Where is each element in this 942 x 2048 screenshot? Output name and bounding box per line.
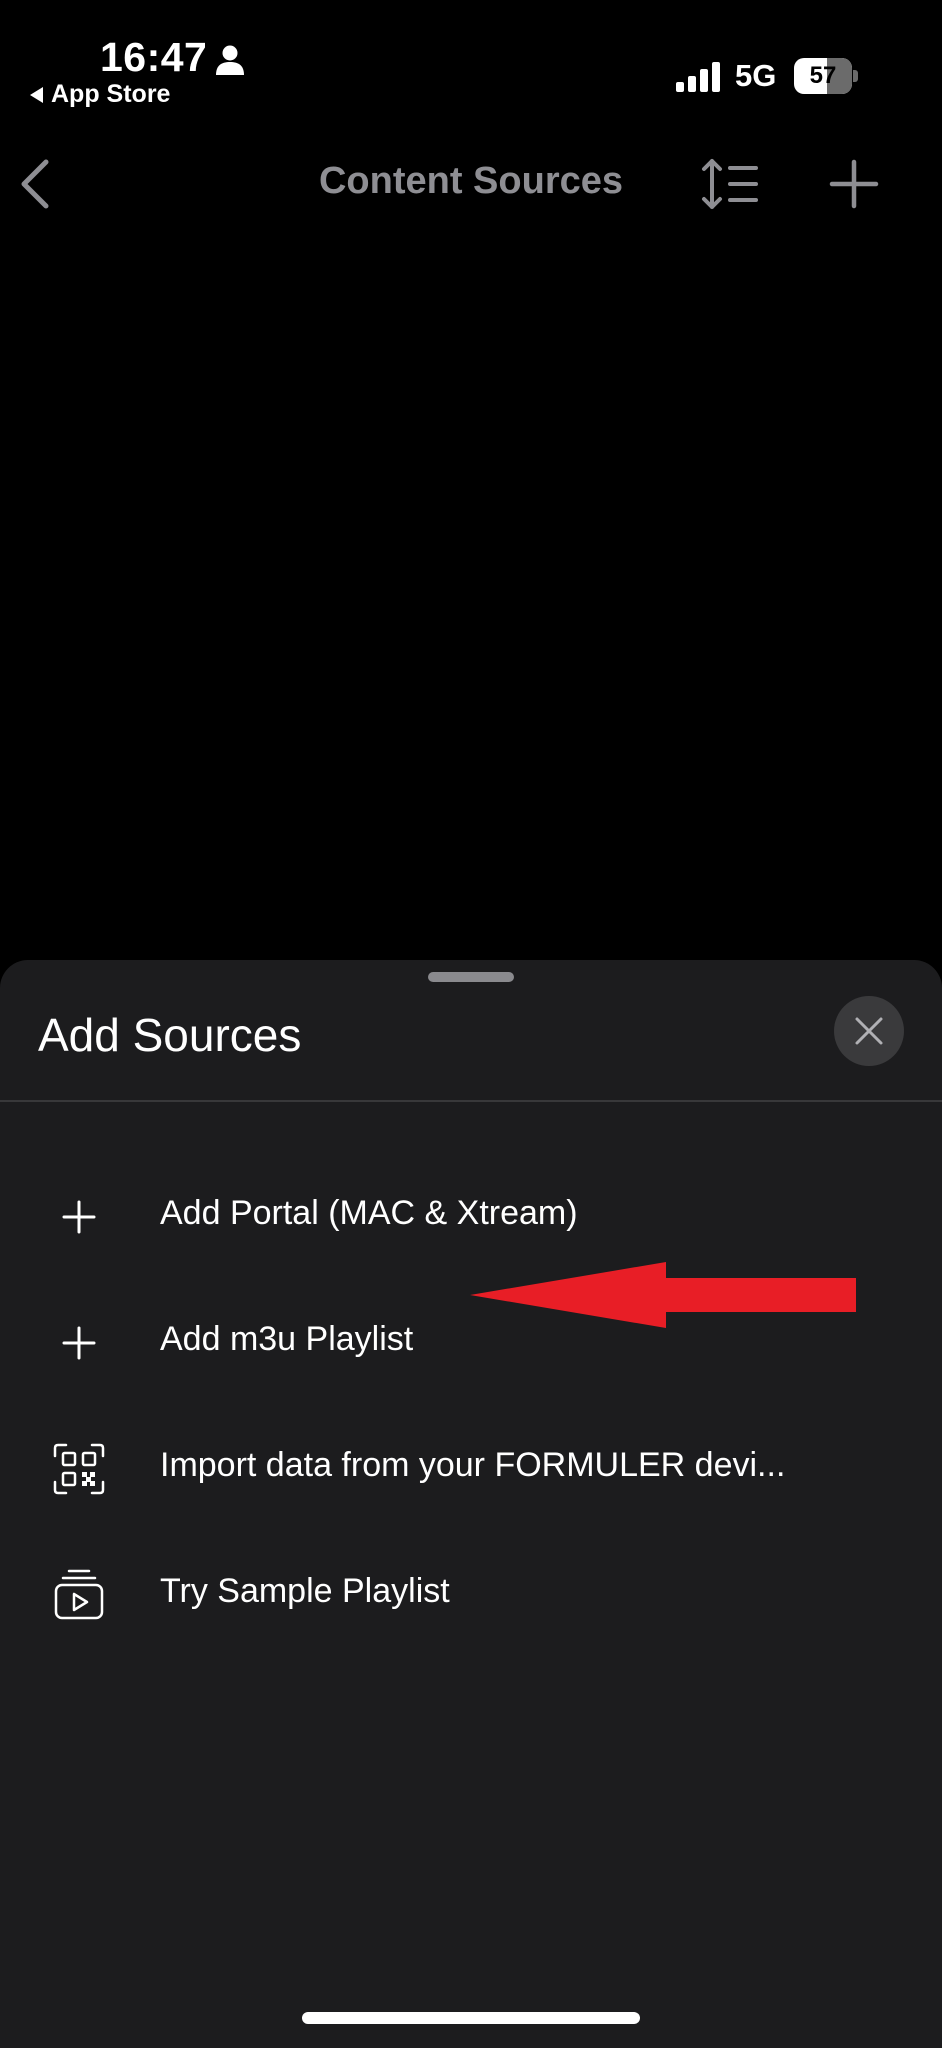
import-formuler-label: Import data from your FORMULER devi... xyxy=(160,1446,786,1484)
chevron-left-icon[interactable] xyxy=(14,156,58,212)
back-triangle-icon xyxy=(30,86,43,103)
sort-list-icon[interactable] xyxy=(700,158,760,210)
person-icon xyxy=(216,45,244,75)
close-button[interactable] xyxy=(834,996,904,1066)
add-portal-label: Add Portal (MAC & Xtream) xyxy=(160,1194,578,1232)
close-icon xyxy=(855,1017,883,1045)
signal-icon xyxy=(676,62,720,92)
back-to-app-link[interactable]: App Store xyxy=(30,80,170,109)
home-indicator xyxy=(302,2012,640,2024)
sheet-divider xyxy=(0,1100,942,1102)
qr-code-icon xyxy=(53,1443,105,1495)
sheet-grabber[interactable] xyxy=(428,972,514,982)
add-sources-sheet: Add Sources Add Portal (MAC & Xtream) Ad… xyxy=(0,960,942,2048)
sheet-title: Add Sources xyxy=(38,1009,302,1061)
battery-icon: 57 xyxy=(794,58,858,94)
plus-icon[interactable] xyxy=(826,156,882,212)
battery-percent: 57 xyxy=(809,62,837,89)
status-time: 16:47 xyxy=(100,34,208,80)
network-type: 5G xyxy=(735,58,777,93)
try-sample-playlist-item[interactable]: Try Sample Playlist xyxy=(0,1538,942,1648)
add-portal-item[interactable]: Add Portal (MAC & Xtream) xyxy=(0,1160,942,1270)
playlist-play-icon xyxy=(54,1569,104,1620)
plus-icon xyxy=(62,1200,96,1234)
plus-icon xyxy=(62,1326,96,1360)
page-title: Content Sources xyxy=(318,160,624,202)
import-formuler-item[interactable]: Import data from your FORMULER devi... xyxy=(0,1412,942,1522)
back-app-label: App Store xyxy=(51,80,171,108)
annotation-arrow xyxy=(470,1262,856,1328)
try-sample-playlist-label: Try Sample Playlist xyxy=(160,1572,450,1610)
screen: 16:47 App Store 5G 57 Content Sources Ad… xyxy=(0,0,942,2048)
add-m3u-playlist-label: Add m3u Playlist xyxy=(160,1320,414,1358)
